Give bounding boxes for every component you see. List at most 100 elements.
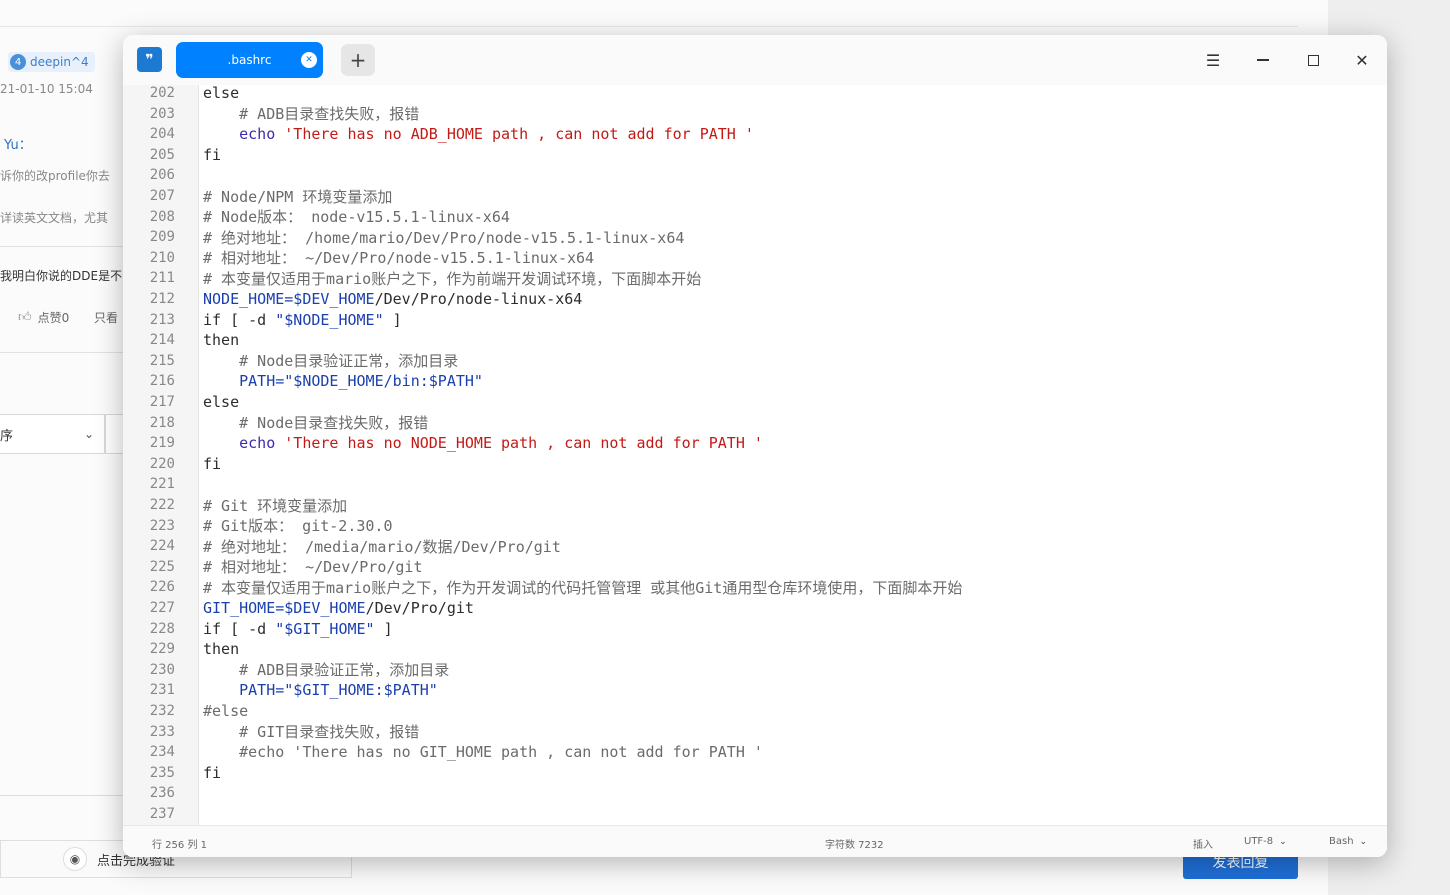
menu-icon[interactable]: ☰ [1201, 48, 1225, 72]
line-number: 210 [149, 249, 175, 266]
code-line[interactable]: 215 # Node目录验证正常，添加目录 [123, 351, 1387, 371]
code-line[interactable]: 229 then [123, 639, 1387, 659]
code-line[interactable]: 225 # 相对地址： ~/Dev/Pro/git [123, 557, 1387, 577]
line-number: 223 [149, 517, 175, 534]
code-line[interactable]: 213 if [ -d "$NODE_HOME" ] [123, 310, 1387, 330]
code-text: #echo 'There has no GIT_HOME path , can … [203, 743, 763, 761]
sort-select[interactable]: 序 ⌄ [0, 414, 105, 454]
line-number: 227 [149, 600, 175, 616]
line-number: 220 [149, 455, 175, 472]
code-text: # ADB目录查找失败，报错 [203, 103, 419, 124]
code-line[interactable]: 219 echo 'There has no NODE_HOME path , … [123, 433, 1387, 453]
close-icon[interactable]: ✕ [301, 52, 317, 68]
code-line[interactable]: 206 [123, 165, 1387, 185]
new-tab-button[interactable]: + [341, 44, 375, 76]
code-line[interactable]: 210 # 相对地址： ~/Dev/Pro/node-v15.5.1-linux-… [123, 248, 1387, 268]
char-count: 字符数 7232 [825, 840, 884, 851]
code-token: "$NODE_HOME" [275, 310, 384, 329]
code-text: # GIT目录查找失败，报错 [203, 721, 419, 742]
code-line[interactable]: 236 [123, 783, 1387, 803]
maximize-button[interactable] [1301, 48, 1325, 72]
code-line[interactable]: 211 # 本变量仅适用于mario账户之下，作为前端开发调试环境，下面脚本开始 [123, 268, 1387, 288]
line-number: 203 [149, 105, 175, 122]
line-number: 230 [149, 661, 175, 678]
code-line[interactable]: 203 # ADB目录查找失败，报错 [123, 104, 1387, 124]
close-window-button[interactable]: ✕ [1350, 48, 1374, 72]
code-text: if [ -d "$NODE_HOME" ] [203, 311, 402, 329]
code-line[interactable]: 214 then [123, 330, 1387, 350]
code-token: fi [203, 454, 222, 473]
code-token: # Node版本： node-v15.5.1-linux-x64 [203, 208, 510, 227]
code-text: PATH="$NODE_HOME/bin:$PATH" [203, 372, 483, 390]
code-line[interactable]: 207 # Node/NPM 环境变量添加 [123, 186, 1387, 206]
code-text: if [ -d "$GIT_HOME" ] [203, 620, 393, 638]
like-button[interactable]: 👍︎ 点赞0 [18, 309, 69, 326]
code-token: # 绝对地址： /home/mario/Dev/Pro/node-v15.5.1… [203, 228, 685, 247]
code-token: if [ -d [203, 310, 276, 329]
code-line[interactable]: 231 PATH="$GIT_HOME:$PATH" [123, 680, 1387, 700]
code-text: PATH="$GIT_HOME:$PATH" [203, 681, 438, 699]
code-line[interactable]: 235 fi [123, 763, 1387, 783]
code-token: "$GIT_HOME" [275, 619, 375, 638]
code-line[interactable]: 218 # Node目录查找失败，报错 [123, 413, 1387, 433]
line-number: 204 [149, 126, 175, 143]
code-line[interactable]: 216 PATH="$NODE_HOME/bin:$PATH" [123, 371, 1387, 391]
code-token: # 绝对地址： /media/mario/数据/Dev/Pro/git [203, 537, 561, 556]
toolbar-button[interactable] [105, 414, 125, 454]
code-token: # 本变量仅适用于mario账户之下，作为开发调试的代码托管管理 或其他Git通… [203, 578, 963, 597]
code-line[interactable]: 222 # Git 环境变量添加 [123, 495, 1387, 515]
language-select[interactable]: Bash ⌄ [1329, 836, 1367, 847]
level-badge: 4 [10, 54, 26, 70]
code-token: # ADB目录验证正常，添加目录 [203, 661, 450, 680]
code-text: echo 'There has no ADB_HOME path , can n… [203, 125, 754, 143]
line-number: 213 [149, 311, 175, 328]
code-line[interactable]: 217 else [123, 392, 1387, 412]
editor-window: ❞ .bashrc ✕ + ☰ ✕ 行 256 列 1 字符数 7232 插入 … [123, 35, 1387, 857]
code-line[interactable]: 204 echo 'There has no ADB_HOME path , c… [123, 124, 1387, 144]
reply-user[interactable]: Yu： [4, 134, 32, 153]
code-token: # ADB目录查找失败，报错 [203, 105, 420, 124]
code-line[interactable]: 209 # 绝对地址： /home/mario/Dev/Pro/node-v15.… [123, 227, 1387, 247]
insert-mode-button[interactable]: 插入 [1193, 836, 1213, 851]
code-line[interactable]: 212 NODE_HOME=$DEV_HOME/Dev/Pro/node-linu… [123, 289, 1387, 309]
user-badge[interactable]: 4 deepin^4 [8, 52, 95, 72]
code-line[interactable]: 205 fi [123, 145, 1387, 165]
code-token: #else [203, 702, 249, 720]
code-text: echo 'There has no NODE_HOME path , can … [203, 434, 763, 452]
code-line[interactable]: 228 if [ -d "$GIT_HOME" ] [123, 619, 1387, 639]
code-line[interactable]: 220 fi [123, 454, 1387, 474]
code-text: # ADB目录验证正常，添加目录 [203, 659, 449, 680]
line-number: 226 [149, 579, 175, 596]
code-line[interactable]: 221 [123, 474, 1387, 494]
code-line[interactable]: 230 # ADB目录验证正常，添加目录 [123, 660, 1387, 680]
line-number: 231 [149, 682, 175, 699]
only-view-link[interactable]: 只看 [94, 309, 118, 326]
code-token: # 相对地址： ~/Dev/Pro/node-v15.5.1-linux-x64 [203, 249, 595, 268]
code-token: # Node/NPM 环境变量添加 [203, 187, 393, 206]
code-line[interactable]: 237 [123, 804, 1387, 824]
line-number: 209 [149, 229, 175, 246]
tab-bashrc[interactable]: .bashrc ✕ [176, 42, 323, 78]
code-line[interactable]: 234 #echo 'There has no GIT_HOME path , … [123, 742, 1387, 762]
code-token: NODE_HOME=$DEV_HOME [203, 290, 375, 308]
line-number: 214 [149, 332, 175, 349]
code-token: ] [374, 619, 393, 638]
code-text: # Git 环境变量添加 [203, 495, 347, 516]
code-line[interactable]: 224 # 绝对地址： /media/mario/数据/Dev/Pro/git [123, 536, 1387, 556]
line-number: 212 [149, 291, 175, 307]
divider [0, 26, 1298, 27]
code-text: # 绝对地址： /home/mario/Dev/Pro/node-v15.5.1… [203, 227, 684, 248]
code-line[interactable]: 208 # Node版本： node-v15.5.1-linux-x64 [123, 207, 1387, 227]
code-line[interactable]: 232 #else [123, 701, 1387, 721]
code-line[interactable]: 233 # GIT目录查找失败，报错 [123, 722, 1387, 742]
minimize-button[interactable] [1251, 48, 1275, 72]
code-line[interactable]: 223 # Git版本： git-2.30.0 [123, 516, 1387, 536]
code-line[interactable]: 202 else [123, 83, 1387, 103]
encoding-select[interactable]: UTF-8 ⌄ [1244, 836, 1287, 847]
code-text: # Node版本： node-v15.5.1-linux-x64 [203, 206, 510, 227]
code-token: # Node目录验证正常，添加目录 [203, 352, 459, 371]
username-link[interactable]: deepin^4 [30, 55, 89, 69]
code-line[interactable]: 226 # 本变量仅适用于mario账户之下，作为开发调试的代码托管管理 或其他G… [123, 577, 1387, 597]
code-token: else [203, 84, 240, 102]
code-line[interactable]: 227 GIT_HOME=$DEV_HOME/Dev/Pro/git [123, 598, 1387, 618]
